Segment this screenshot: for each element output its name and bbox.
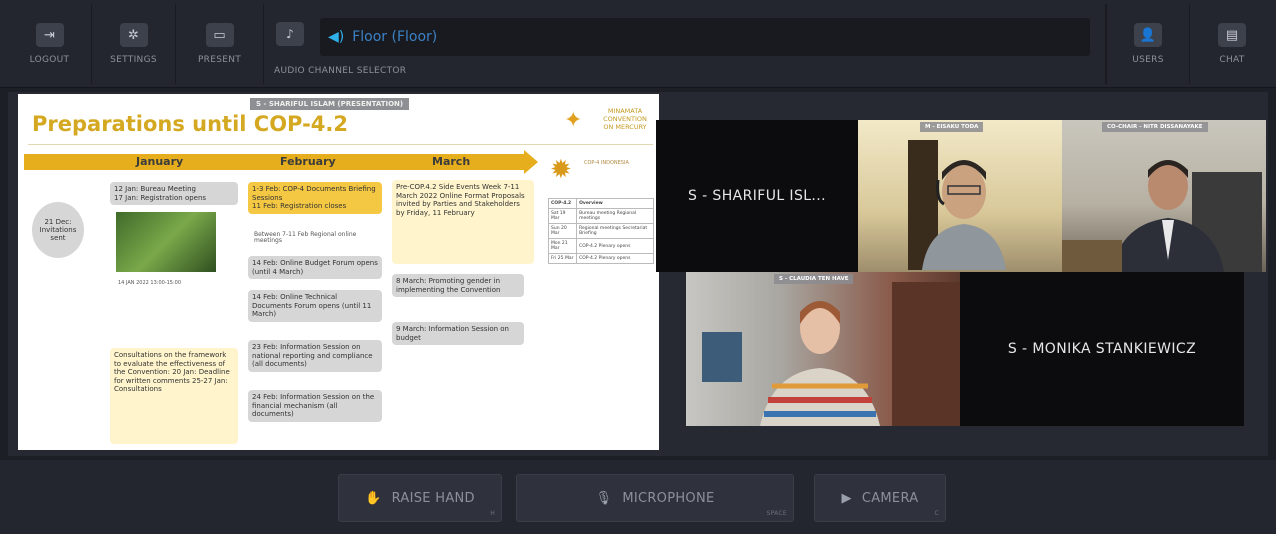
presentation-slide: S - SHARIFUL ISLAM (PRESENTATION) Prepar… [18, 94, 659, 450]
camera-label: CAMERA [861, 490, 919, 506]
settings-button[interactable]: ✲ SETTINGS [92, 4, 176, 84]
table-row: Sun 20 Mar Regional meetings Secretariat… [547, 223, 654, 239]
participant-video-feed [702, 282, 960, 426]
jan-consultations-box: Consultations on the framework to evalua… [110, 348, 238, 444]
video-tile-shariful[interactable]: S - SHARIFUL ISL... [656, 120, 858, 272]
chat-label: CHAT [1219, 55, 1245, 65]
video-tile-claudia[interactable]: S - CLAUDIA TEN HAVE [686, 272, 960, 426]
feb-documents-box: 1-3 Feb: COP-4 Documents Briefing Sessio… [248, 182, 382, 214]
mar-budget-box: 9 March: Information Session on budget [392, 322, 524, 345]
mar-precop-box: Pre-COP.4.2 Side Events Week 7-11 March … [392, 180, 534, 264]
present-icon: ▭ [205, 23, 234, 47]
table-header: Overview [576, 198, 654, 209]
month-march: March [432, 155, 471, 168]
present-button[interactable]: ▭ PRESENT [176, 4, 264, 84]
gear-icon: ✲ [119, 23, 148, 47]
main-stage: S - SHARIFUL ISLAM (PRESENTATION) Prepar… [8, 92, 1268, 456]
microphone-button[interactable]: 🎙 MICROPHONE SPACE [516, 474, 794, 522]
audio-channel-selector[interactable]: ♪ ◀) Floor (Floor) AUDIO CHANNEL SELECTO… [264, 4, 1106, 84]
timeline-arrow-head [524, 150, 538, 174]
table-cell: Bureau meeting Regional meetings [576, 208, 654, 224]
table-header: COP-4.2 [547, 198, 578, 209]
users-button[interactable]: 👤 USERS [1106, 4, 1190, 84]
microphone-label: MICROPHONE [622, 490, 715, 506]
conference-app: ⇥ LOGOUT ✲ SETTINGS ▭ PRESENT ♪ ◀) Floor… [0, 0, 1276, 534]
camera-button[interactable]: ▶ CAMERA C [814, 474, 946, 522]
feb-info-reporting-box: 23 Feb: Information Session on national … [248, 340, 382, 372]
month-february: February [280, 155, 336, 168]
table-cell: COP-4.2 Plenary opens [576, 238, 654, 254]
invitations-oval: 21 Dec: Invitations sent [32, 202, 84, 258]
video-tile-monika[interactable]: S - MONIKA STANKIEWICZ [960, 272, 1244, 426]
speaker-icon: ◀) [328, 29, 345, 45]
users-label: USERS [1132, 55, 1164, 65]
top-toolbar: ⇥ LOGOUT ✲ SETTINGS ▭ PRESENT ♪ ◀) Floor… [0, 0, 1276, 88]
logo-line-3: ON MERCURY [603, 123, 647, 131]
event-photo [116, 212, 216, 272]
logo-line-2: CONVENTION [603, 115, 647, 123]
audio-channel-value: Floor (Floor) [352, 29, 438, 45]
cop-indonesia-logo: ✹ COP-4 INDONESIA [546, 156, 656, 186]
table-row: Sat 19 Mar Bureau meeting Regional meeti… [547, 208, 654, 224]
table-cell: Regional meetings Secretariat Briefing [576, 223, 654, 239]
jan-bureau-box: 12 Jan: Bureau Meeting 17 Jan: Registrat… [110, 182, 238, 205]
hand-icon: ✋ [365, 490, 382, 506]
table-cell: Fri 25 Mar [547, 253, 578, 264]
feb-technical-box: 14 Feb: Online Technical Documents Forum… [248, 290, 382, 322]
logo-line-1: MINAMATA [607, 107, 643, 115]
participant-badge: M - EISAKU TODA [920, 122, 984, 132]
logout-button[interactable]: ⇥ LOGOUT [8, 4, 92, 84]
raise-hand-label: RAISE HAND [391, 490, 475, 506]
audio-channel-icon: ♪ [276, 22, 304, 46]
cop-schedule-table: COP-4.2 Overview Sat 19 Mar Bureau meeti… [547, 198, 654, 264]
feb-budget-box: 14 Feb: Online Budget Forum opens (until… [248, 256, 382, 279]
mar-gender-box: 8 March: Promoting gender in implementin… [392, 274, 524, 297]
participant-name: S - MONIKA STANKIEWICZ [1007, 341, 1197, 357]
slide-title: Preparations until COP-4.2 [32, 112, 348, 136]
participant-video-feed [1062, 160, 1262, 272]
raise-hand-button[interactable]: ✋ RAISE HAND H [338, 474, 502, 522]
present-label: PRESENT [197, 55, 242, 65]
camera-shortcut: C [934, 510, 939, 517]
feb-info-financial-box: 24 Feb: Information Session on the finan… [248, 390, 382, 422]
table-row: Mon 21 Mar COP-4.2 Plenary opens [547, 238, 654, 254]
cop-sun-icon: ✹ [550, 155, 572, 185]
title-divider [28, 144, 653, 145]
minamata-logo: ✦ MINAMATA CONVENTION ON MERCURY [558, 104, 658, 144]
participant-video-feed [908, 140, 1006, 270]
month-january: January [136, 155, 184, 168]
settings-label: SETTINGS [110, 55, 157, 65]
bottom-control-bar: ✋ RAISE HAND H 🎙 MICROPHONE SPACE ▶ CAME… [0, 460, 1276, 534]
chat-button[interactable]: ▤ CHAT [1190, 4, 1274, 84]
cop-logo-text: COP-4 INDONESIA [584, 160, 629, 166]
camera-icon: ▶ [841, 490, 852, 506]
raise-hand-shortcut: H [490, 510, 495, 517]
photo-caption: 14 JAN 2022 13:00-15:00 [118, 280, 182, 286]
microphone-shortcut: SPACE [766, 510, 787, 517]
audio-channel-field[interactable]: ◀) Floor (Floor) [320, 18, 1090, 56]
feb-regional-meetings: Between 7-11 Feb Regional online meeting… [254, 231, 357, 244]
presenter-tag: S - SHARIFUL ISLAM (PRESENTATION) [250, 98, 410, 110]
chat-icon: ▤ [1218, 23, 1246, 47]
logout-label: LOGOUT [29, 55, 70, 65]
table-cell: Mon 21 Mar [547, 238, 578, 254]
users-icon: 👤 [1134, 23, 1162, 47]
video-tile-cochair[interactable]: CO-CHAIR - NITR DISSANAYAKE [1062, 120, 1266, 272]
table-cell: COP-4.2 Plenary opens [576, 253, 654, 264]
minamata-logo-icon: ✦ [564, 108, 583, 133]
video-tile-toda[interactable]: M - EISAKU TODA [858, 120, 1062, 272]
table-cell: Sat 19 Mar [547, 208, 578, 224]
table-cell: Sun 20 Mar [547, 223, 578, 239]
logout-icon: ⇥ [35, 23, 64, 47]
audio-channel-label: AUDIO CHANNEL SELECTOR [274, 66, 407, 76]
microphone-icon: 🎙 [595, 490, 613, 506]
participant-name: S - SHARIFUL ISL... [687, 188, 826, 204]
table-row: Fri 25 Mar COP-4.2 Plenary opens [547, 253, 654, 264]
